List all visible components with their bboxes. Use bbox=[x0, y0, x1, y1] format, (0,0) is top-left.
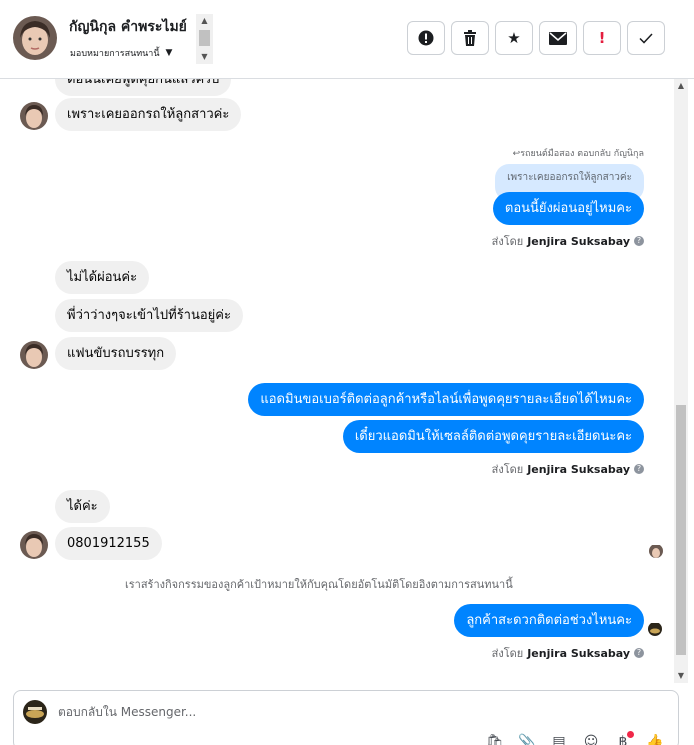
message-bubble-in[interactable]: แฟนขับรถบรรทุก bbox=[55, 337, 177, 370]
shopping-bag-icon[interactable]: 🛍 bbox=[484, 733, 506, 745]
conversation-header: กัญนิกุล คำพระไมย์ มอบหมายการสนทนานี้ ▼ … bbox=[0, 0, 694, 79]
message-bubble-out[interactable]: ลูกค้าสะดวกติดต่อช่วงไหนคะ bbox=[454, 604, 644, 637]
saved-replies-icon[interactable]: ▤ bbox=[548, 733, 570, 745]
message-bubble-in[interactable]: เพราะเคยออกรถให้ลูกสาวค่ะ bbox=[55, 98, 242, 131]
scroll-down-arrow-icon[interactable]: ▼ bbox=[674, 669, 688, 683]
message-bubble-in[interactable]: ไม่ได้ผ่อนค่ะ bbox=[55, 261, 150, 294]
reply-composer: 🛍 📎 ▤ ☺ ฿ 👍 bbox=[13, 690, 679, 745]
notification-dot bbox=[627, 731, 634, 738]
star-icon: ★ bbox=[507, 29, 521, 47]
sent-by-meta: ส่งโดย Jenjira Suksabay ? bbox=[492, 460, 644, 478]
message-bubble-in[interactable]: 0801912155 bbox=[55, 527, 162, 560]
contact-name[interactable]: กัญนิกุล คำพระไมย์ bbox=[69, 16, 187, 38]
help-icon[interactable]: ? bbox=[634, 648, 644, 658]
page-avatar bbox=[23, 700, 47, 724]
system-activity-note: เราสร้างกิจกรรมของลูกค้าเป้าหมายให้กับคุ… bbox=[125, 578, 513, 591]
reply-input[interactable] bbox=[58, 702, 478, 722]
message-bubble-in[interactable]: ตอนนี้เคยพูดคุยกันแล้วครับ bbox=[55, 79, 232, 96]
delete-button[interactable] bbox=[451, 21, 489, 55]
baht-payment-button[interactable]: ฿ bbox=[612, 731, 634, 745]
message-bubble-in[interactable]: พี่ว่าว่างๆจะเข้าไปที่ร้านอยู่ค่ะ bbox=[55, 299, 243, 332]
star-button[interactable]: ★ bbox=[495, 21, 533, 55]
message-bubble-out[interactable]: ตอนนี้ยังผ่อนอยู่ไหมคะ bbox=[492, 192, 644, 225]
contact-avatar-small bbox=[20, 341, 48, 369]
caret-down-icon: ▼ bbox=[165, 48, 173, 58]
baht-icon: ฿ bbox=[618, 734, 628, 745]
mark-spam-button[interactable] bbox=[407, 21, 445, 55]
help-icon[interactable]: ? bbox=[634, 464, 644, 474]
assign-label: มอบหมายการสนทนานี้ bbox=[70, 49, 160, 59]
sent-by-meta: ส่งโดย Jenjira Suksabay ? bbox=[492, 644, 644, 662]
trash-icon bbox=[464, 30, 476, 46]
composer-toolbar: 🛍 📎 ▤ ☺ ฿ 👍 bbox=[484, 731, 666, 745]
sent-by-meta: ส่งโดย Jenjira Suksabay ? bbox=[492, 232, 644, 250]
message-bubble-out[interactable]: แอดมินขอเบอร์ติดต่อลูกค้าหรือไลน์เพื่อพู… bbox=[248, 383, 644, 416]
scroll-up-arrow-icon[interactable]: ▲ bbox=[674, 79, 688, 93]
page-seen-avatar bbox=[648, 622, 662, 636]
check-icon bbox=[639, 32, 653, 44]
mark-unread-button[interactable] bbox=[539, 21, 577, 55]
help-icon[interactable]: ? bbox=[634, 236, 644, 246]
header-scrollbar[interactable]: ▲ ▼ bbox=[196, 14, 213, 64]
seen-receipt-avatar bbox=[649, 544, 663, 558]
inbox-conversation: กัญนิกุล คำพระไมย์ มอบหมายการสนทนานี้ ▼ … bbox=[0, 0, 694, 745]
sender-name[interactable]: Jenjira Suksabay bbox=[527, 463, 630, 476]
exclamation-icon: ! bbox=[598, 29, 606, 47]
contact-avatar-small bbox=[20, 531, 48, 559]
message-thread[interactable]: ตอนนี้เคยพูดคุยกันแล้วครับ เพราะเคยออกรถ… bbox=[0, 79, 674, 683]
header-actions: ★ ! bbox=[407, 21, 665, 55]
paperclip-icon[interactable]: 📎 bbox=[516, 733, 538, 745]
scroll-thumb[interactable] bbox=[199, 30, 210, 46]
thread-scrollbar[interactable]: ▲ ▼ bbox=[674, 79, 688, 683]
message-bubble-out[interactable]: เดี๋ยวแอดมินให้เซลล์ติดต่อพูดคุยรายละเอี… bbox=[342, 420, 644, 453]
alert-circle-icon bbox=[418, 30, 434, 46]
reply-context-label: ↩รถยนต์มือสอง ตอบกลับ กัญนิกุล bbox=[512, 149, 644, 159]
sent-by-prefix: ส่งโดย bbox=[491, 463, 524, 476]
sender-name[interactable]: Jenjira Suksabay bbox=[527, 235, 630, 248]
assign-conversation-dropdown[interactable]: มอบหมายการสนทนานี้ ▼ bbox=[70, 46, 172, 60]
message-bubble-in[interactable]: ได้ค่ะ bbox=[55, 490, 110, 523]
sent-by-prefix: ส่งโดย bbox=[491, 647, 524, 660]
contact-avatar-small bbox=[20, 102, 48, 130]
mark-done-button[interactable] bbox=[627, 21, 665, 55]
scroll-thumb[interactable] bbox=[676, 405, 686, 655]
emoji-icon[interactable]: ☺ bbox=[580, 733, 602, 745]
sent-by-prefix: ส่งโดย bbox=[491, 235, 524, 248]
envelope-icon bbox=[549, 31, 567, 45]
scroll-up-arrow-icon[interactable]: ▲ bbox=[196, 14, 213, 28]
follow-up-button[interactable]: ! bbox=[583, 21, 621, 55]
sender-name[interactable]: Jenjira Suksabay bbox=[527, 647, 630, 660]
contact-avatar[interactable] bbox=[13, 16, 57, 60]
thumbs-up-icon[interactable]: 👍 bbox=[644, 733, 666, 745]
scroll-down-arrow-icon[interactable]: ▼ bbox=[196, 50, 213, 64]
